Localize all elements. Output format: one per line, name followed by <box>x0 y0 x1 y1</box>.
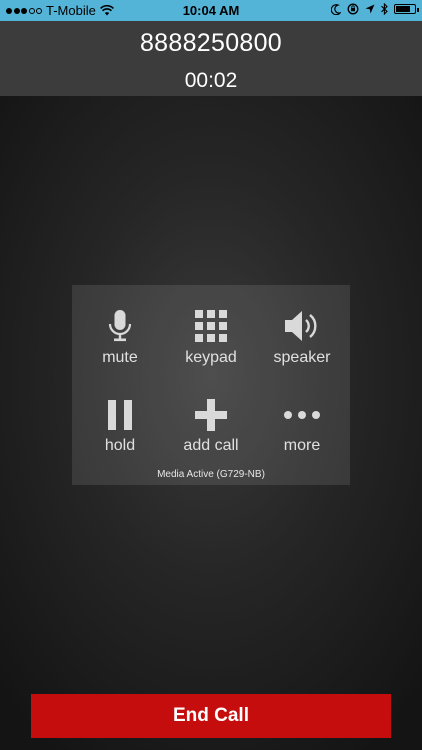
speaker-button[interactable]: speaker <box>256 309 348 389</box>
phone-number: 8888250800 <box>139 29 283 57</box>
more-dots-icon <box>284 411 320 419</box>
status-bar: T-Mobile 10:04 AM <box>0 0 422 21</box>
mute-button[interactable]: mute <box>74 309 166 389</box>
moon-icon <box>331 3 341 15</box>
keypad-button[interactable]: keypad <box>165 309 257 389</box>
keypad-label: keypad <box>185 349 237 366</box>
add-call-button[interactable]: add call <box>165 399 257 479</box>
call-control-panel: mute keypad speaker hold add call more M… <box>72 285 350 485</box>
battery-fill <box>396 6 410 12</box>
status-right <box>331 3 419 15</box>
location-icon <box>365 4 375 14</box>
end-call-button[interactable]: End Call <box>31 694 391 738</box>
keypad-icon <box>195 310 227 342</box>
plus-icon <box>195 399 227 431</box>
hold-button[interactable]: hold <box>74 399 166 479</box>
more-button[interactable]: more <box>256 399 348 479</box>
speaker-icon <box>285 311 317 341</box>
call-header: 8888250800 00:02 <box>0 21 422 96</box>
speaker-label: speaker <box>273 349 331 366</box>
microphone-icon <box>108 310 132 342</box>
pause-icon <box>108 400 132 430</box>
orientation-lock-icon <box>347 3 359 15</box>
add-call-label: add call <box>183 437 239 454</box>
bluetooth-icon <box>381 3 388 15</box>
battery-icon <box>394 4 419 14</box>
media-status: Media Active (G729-NB) <box>157 469 265 480</box>
hold-label: hold <box>104 437 136 454</box>
more-label: more <box>283 437 321 454</box>
mute-label: mute <box>102 349 138 366</box>
call-timer: 00:02 <box>184 69 238 92</box>
